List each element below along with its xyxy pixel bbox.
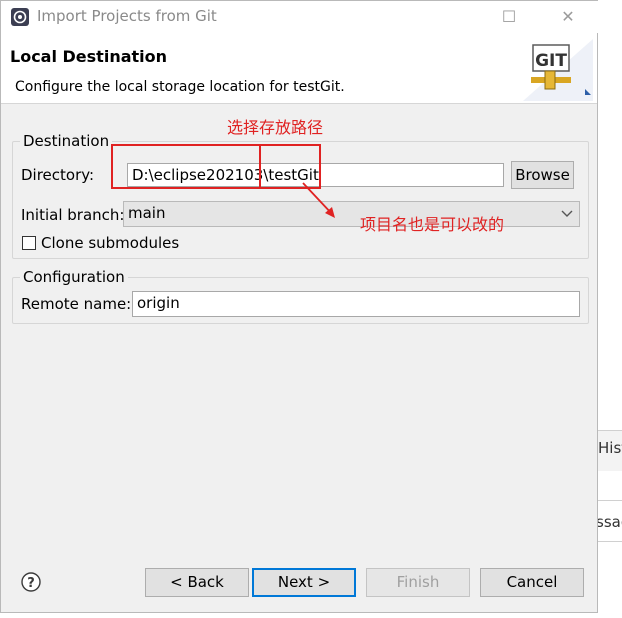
window-title: Import Projects from Git xyxy=(37,7,217,25)
finish-button[interactable]: Finish xyxy=(366,568,470,597)
annotation-arrow xyxy=(302,182,335,218)
maximize-button[interactable]: ☐ xyxy=(486,3,532,31)
background-tab-label: Hist xyxy=(598,439,622,457)
clone-submodules-label: Clone submodules xyxy=(41,234,180,252)
annotation-path-note: 选择存放路径 xyxy=(227,118,324,137)
annotation-name-note: 项目名也是可以改的 xyxy=(360,215,505,234)
git-logo-text: GIT xyxy=(535,51,567,71)
back-button[interactable]: < Back xyxy=(145,568,249,597)
background-panel: Hist xyxy=(598,430,622,471)
clone-submodules-checkbox[interactable] xyxy=(22,236,36,250)
browse-button[interactable]: Browse xyxy=(511,161,574,189)
destination-legend: Destination xyxy=(20,132,113,150)
help-icon[interactable]: ? xyxy=(21,572,41,592)
eclipse-icon xyxy=(11,8,29,26)
annotation-box-path xyxy=(111,144,261,189)
remote-name-input[interactable]: origin xyxy=(132,291,580,317)
initial-branch-value: main xyxy=(128,204,166,222)
git-wizard-icon: GIT xyxy=(523,39,593,101)
header-separator xyxy=(1,103,597,104)
page-title: Local Destination xyxy=(10,47,168,66)
title-bar: Import Projects from Git ☐ ✕ xyxy=(1,1,599,33)
page-description: Configure the local storage location for… xyxy=(15,79,345,95)
svg-text:?: ? xyxy=(27,576,35,591)
initial-branch-label: Initial branch: xyxy=(21,206,125,224)
next-button[interactable]: Next > xyxy=(252,568,356,597)
background-panel-2: ssag xyxy=(596,500,622,542)
directory-label: Directory: xyxy=(21,166,95,184)
background-text: ssag xyxy=(596,513,622,531)
import-dialog: Import Projects from Git ☐ ✕ Local Desti… xyxy=(0,0,599,613)
chevron-down-icon xyxy=(561,210,573,217)
remote-name-label: Remote name: xyxy=(21,295,132,313)
wizard-header: Local Destination Configure the local st… xyxy=(1,33,597,103)
close-button[interactable]: ✕ xyxy=(545,3,591,31)
cancel-button[interactable]: Cancel xyxy=(480,568,584,597)
configuration-legend: Configuration xyxy=(20,268,128,286)
